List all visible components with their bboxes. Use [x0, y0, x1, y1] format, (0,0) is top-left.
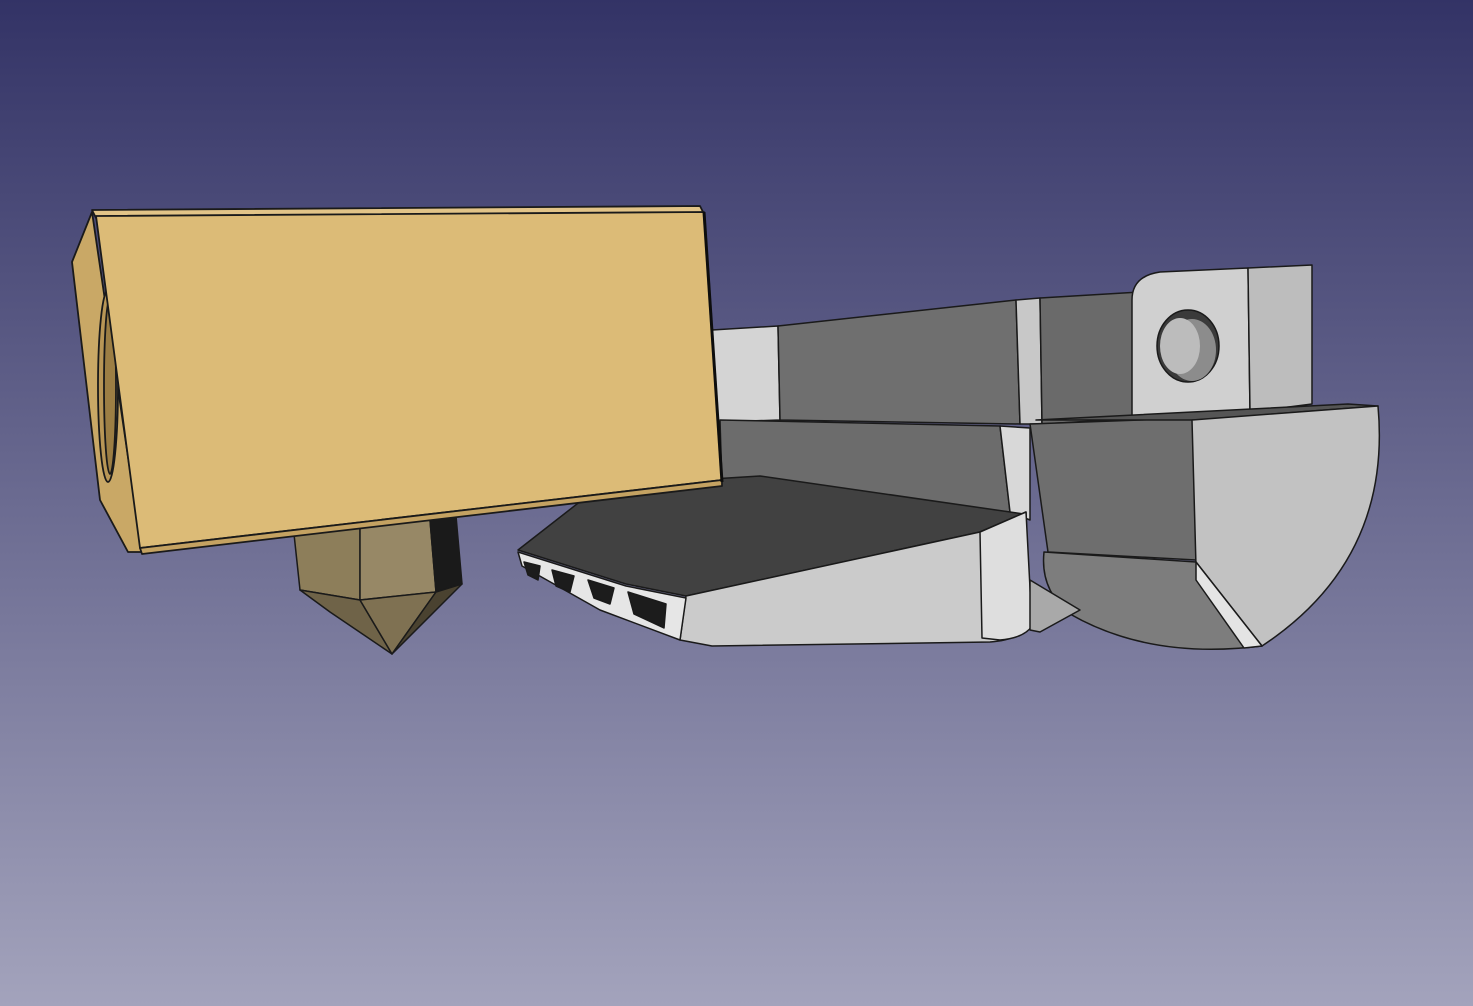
duct-back-top-face: [777, 299, 1021, 425]
nozzle-hex-left: [293, 527, 361, 601]
nozzle-model[interactable]: [293, 515, 463, 655]
duct-back-left-face: [711, 325, 781, 423]
3d-viewport[interactable]: [0, 0, 1473, 1006]
duct-right-block-face: [1039, 291, 1143, 425]
mount-tab-side: [1247, 264, 1313, 413]
duct-column-light-face: [1015, 297, 1043, 425]
duct-right-face: [1029, 417, 1197, 561]
vent-slot-1[interactable]: [523, 561, 541, 581]
nozzle-hex-mid: [359, 519, 437, 601]
duct-outlet-corner: [979, 511, 1033, 641]
3d-scene[interactable]: [0, 0, 1473, 1006]
nozzle-hex-right: [429, 515, 463, 593]
mount-hole-shade: [1160, 318, 1200, 374]
